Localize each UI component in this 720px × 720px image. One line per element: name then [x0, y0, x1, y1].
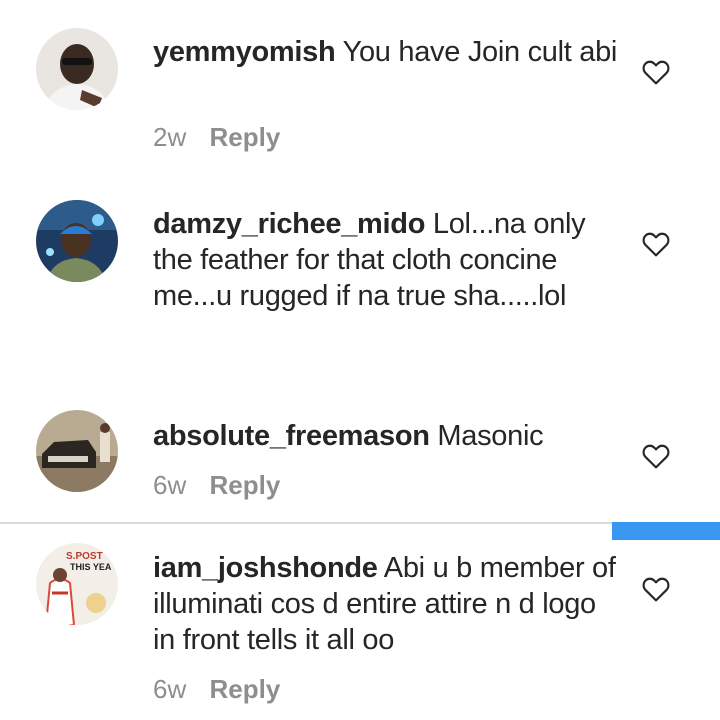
comment-text: damzy_richee_mido Lol...na only the feat…	[153, 206, 623, 314]
heart-icon[interactable]	[640, 228, 672, 260]
reply-button[interactable]: Reply	[209, 122, 280, 152]
comment-meta: 6w Reply	[153, 674, 280, 705]
comment-time: 6w	[153, 674, 187, 704]
avatar-caption: THIS YEA	[70, 562, 112, 572]
comment-text: absolute_freemason Masonic	[153, 418, 623, 454]
heart-icon[interactable]	[640, 56, 672, 88]
comment-time: 2w	[153, 122, 187, 152]
reply-button[interactable]: Reply	[209, 674, 280, 704]
comment-time: 6w	[153, 470, 187, 500]
comment-username[interactable]: damzy_richee_mido	[153, 208, 425, 240]
comment-message: You have Join cult abi	[335, 36, 618, 68]
comment-meta: 6w Reply	[153, 470, 280, 501]
scroll-indicator	[612, 522, 720, 540]
comment-text: iam_joshshonde Abi u b member of illumin…	[153, 550, 623, 658]
comment-username[interactable]: yemmyomish	[153, 36, 336, 68]
reply-button[interactable]: Reply	[209, 470, 280, 500]
heart-icon[interactable]	[640, 440, 672, 472]
comment-message: Masonic	[429, 420, 544, 452]
avatar[interactable]	[36, 28, 118, 110]
avatar[interactable]	[36, 200, 118, 282]
comment-text: yemmyomish You have Join cult abi	[153, 34, 623, 70]
comment-username[interactable]: iam_joshshonde	[153, 552, 378, 584]
comment-username[interactable]: absolute_freemason	[153, 420, 430, 452]
comment-meta: 2w Reply	[153, 122, 280, 153]
avatar[interactable]	[36, 410, 118, 492]
heart-icon[interactable]	[640, 573, 672, 605]
avatar-caption: S.POST	[66, 551, 103, 562]
avatar[interactable]: S.POST THIS YEA	[36, 543, 118, 625]
